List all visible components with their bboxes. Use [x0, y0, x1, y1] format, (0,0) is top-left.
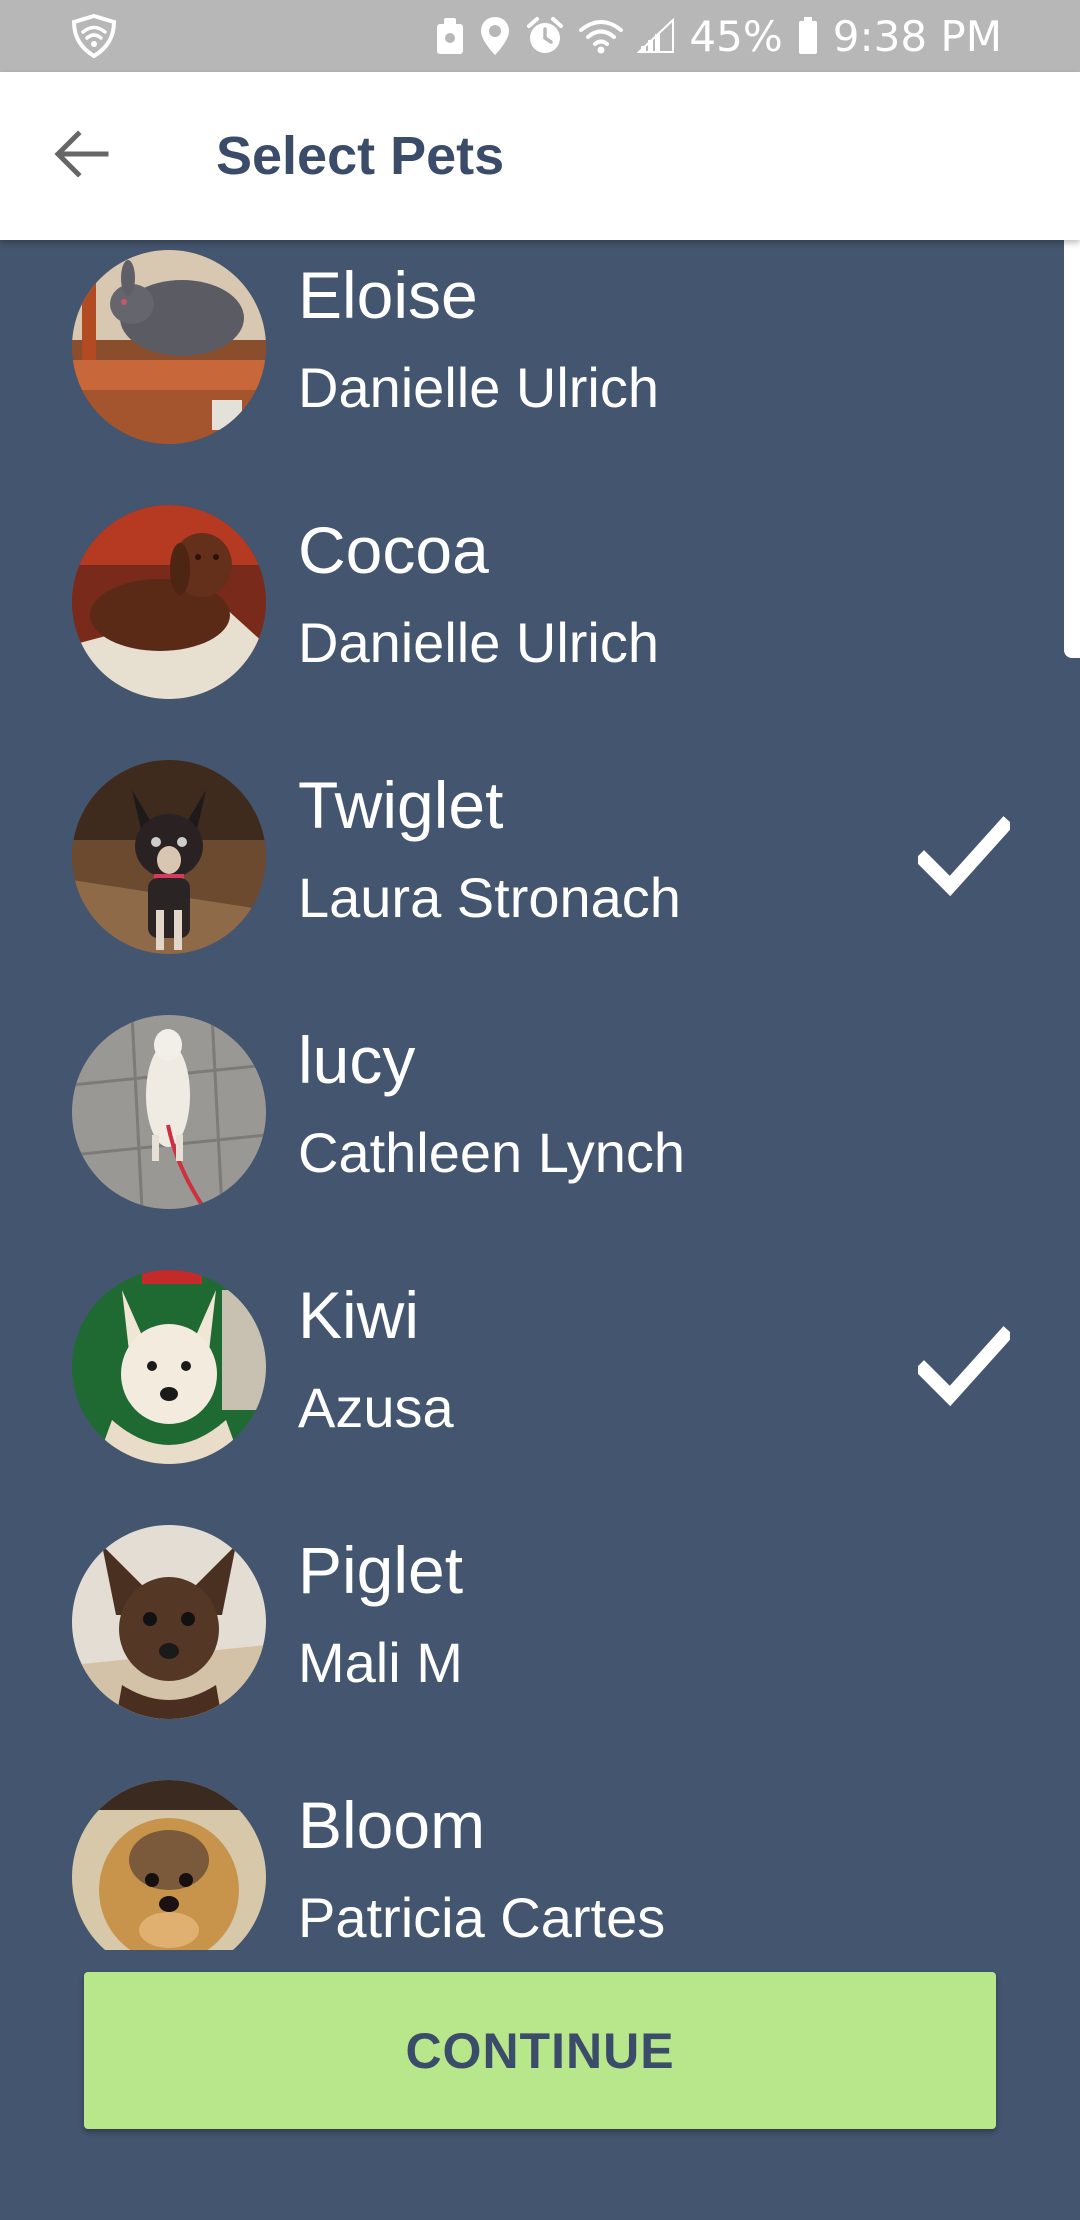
pet-avatar	[72, 1270, 266, 1464]
list-scrollbar[interactable]	[1064, 218, 1080, 658]
pet-avatar	[72, 1780, 266, 1950]
app-bar: Select Pets	[0, 72, 1080, 240]
battery-percentage: 45%	[689, 11, 783, 61]
pet-name: Kiwi	[298, 1278, 420, 1352]
security-icon	[435, 16, 465, 56]
check-icon	[914, 1326, 1014, 1407]
shield-wifi-icon	[70, 13, 118, 59]
pet-row-cocoa[interactable]: Cocoa Danielle Ulrich	[0, 495, 1060, 750]
continue-button[interactable]: CONTINUE	[84, 1972, 996, 2129]
wifi-icon	[579, 18, 624, 54]
signal-icon	[637, 18, 675, 54]
pet-name: Bloom	[298, 1788, 486, 1862]
pet-row-kiwi[interactable]: Kiwi Azusa	[0, 1260, 1060, 1515]
check-icon	[914, 816, 1014, 897]
pet-name: Piglet	[298, 1533, 464, 1607]
pet-avatar	[72, 1015, 266, 1209]
pet-row-twiglet[interactable]: Twiglet Laura Stronach	[0, 750, 1060, 1005]
pet-name: Twiglet	[298, 768, 504, 842]
pet-row-piglet[interactable]: Piglet Mali M	[0, 1515, 1060, 1770]
location-icon	[479, 15, 511, 57]
pet-row-lucy[interactable]: lucy Cathleen Lynch	[0, 1005, 1060, 1260]
pet-row-eloise[interactable]: Eloise Danielle Ulrich	[0, 240, 1060, 495]
pet-avatar	[72, 505, 266, 699]
arrow-back-icon	[54, 129, 110, 183]
owner-name: Cathleen Lynch	[298, 1121, 686, 1184]
pet-name: lucy	[298, 1023, 416, 1097]
owner-name: Danielle Ulrich	[298, 356, 660, 419]
owner-name: Azusa	[298, 1376, 454, 1439]
owner-name: Laura Stronach	[298, 866, 681, 929]
pet-avatar	[72, 1525, 266, 1719]
owner-name: Mali M	[298, 1631, 463, 1694]
owner-name: Danielle Ulrich	[298, 611, 660, 674]
pet-row-bloom[interactable]: Bloom Patricia Cartes	[0, 1770, 1060, 1950]
clock-time: 9:38 PM	[832, 11, 1002, 61]
pet-name: Cocoa	[298, 513, 489, 587]
page-title: Select Pets	[216, 126, 505, 186]
pet-avatar	[72, 250, 266, 444]
owner-name: Patricia Cartes	[298, 1886, 666, 1949]
back-button[interactable]	[40, 114, 124, 198]
pet-list[interactable]: Eloise Danielle Ulrich Cocoa Danielle Ul…	[0, 240, 1080, 1950]
pet-name: Eloise	[298, 258, 478, 332]
battery-icon	[797, 16, 819, 56]
status-bar: 45% 9:38 PM	[0, 0, 1080, 72]
alarm-icon	[525, 16, 565, 56]
pet-avatar	[72, 760, 266, 954]
